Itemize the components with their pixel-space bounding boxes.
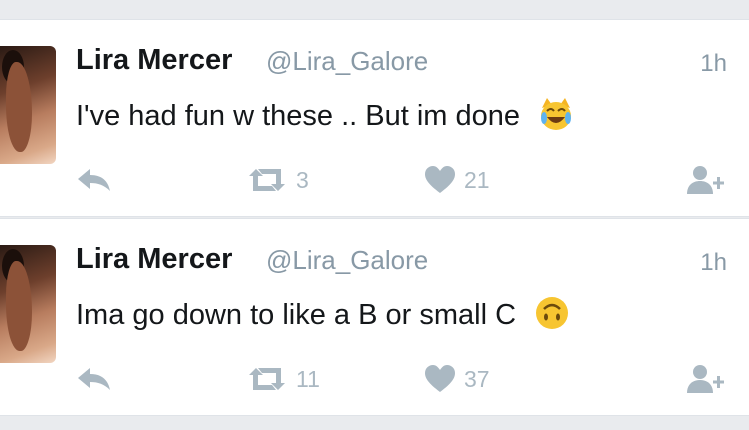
tweet-header: Lira Mercer @Lira_Galore (76, 44, 716, 84)
tweet-text: I've had fun w these .. But im done (76, 98, 574, 133)
avatar-figure-shape (6, 62, 32, 152)
tweet-text: Ima go down to like a B or small C (76, 297, 570, 332)
user-handle[interactable]: @Lira_Galore (266, 245, 428, 276)
upside-down-face-emoji-icon (536, 297, 569, 330)
retweet-button[interactable]: 3 (246, 160, 309, 200)
reply-icon (78, 169, 110, 191)
crying-laughing-cat-emoji-icon (541, 98, 572, 131)
like-count: 37 (464, 365, 490, 392)
avatar-figure-shape (6, 261, 32, 351)
follow-button[interactable] (686, 160, 726, 200)
reply-button[interactable] (76, 160, 112, 200)
tweet-actions: 3 21 (0, 160, 749, 204)
add-user-icon (687, 365, 724, 393)
retweet-button[interactable]: 11 (246, 359, 320, 399)
tweet-card[interactable]: Lira Mercer @Lira_Galore 1h I've had fun… (0, 19, 749, 217)
heart-icon (425, 365, 455, 392)
reply-icon (78, 368, 110, 390)
retweet-count: 11 (296, 365, 320, 392)
reply-button[interactable] (76, 359, 112, 399)
tweet-header: Lira Mercer @Lira_Galore (76, 243, 716, 283)
like-count: 21 (464, 166, 490, 193)
retweet-icon (249, 169, 285, 191)
tweet-text-content: Ima go down to like a B or small C (76, 299, 517, 331)
retweet-icon (249, 368, 285, 390)
timestamp: 1h (700, 50, 727, 77)
add-user-icon (687, 166, 724, 194)
display-name[interactable]: Lira Mercer (76, 243, 232, 276)
like-button[interactable]: 37 (424, 359, 490, 399)
like-button[interactable]: 21 (424, 160, 490, 200)
tweet-actions: 11 37 (0, 359, 749, 403)
follow-button[interactable] (686, 359, 726, 399)
heart-icon (425, 166, 455, 193)
avatar[interactable] (0, 245, 56, 363)
tweet-text-content: I've had fun w these .. But im done (76, 100, 521, 132)
user-handle[interactable]: @Lira_Galore (266, 46, 428, 77)
retweet-count: 3 (296, 166, 309, 193)
avatar[interactable] (0, 46, 56, 164)
tweet-card[interactable]: Lira Mercer @Lira_Galore 1h Ima go down … (0, 218, 749, 416)
timestamp: 1h (700, 249, 727, 276)
display-name[interactable]: Lira Mercer (76, 44, 232, 77)
